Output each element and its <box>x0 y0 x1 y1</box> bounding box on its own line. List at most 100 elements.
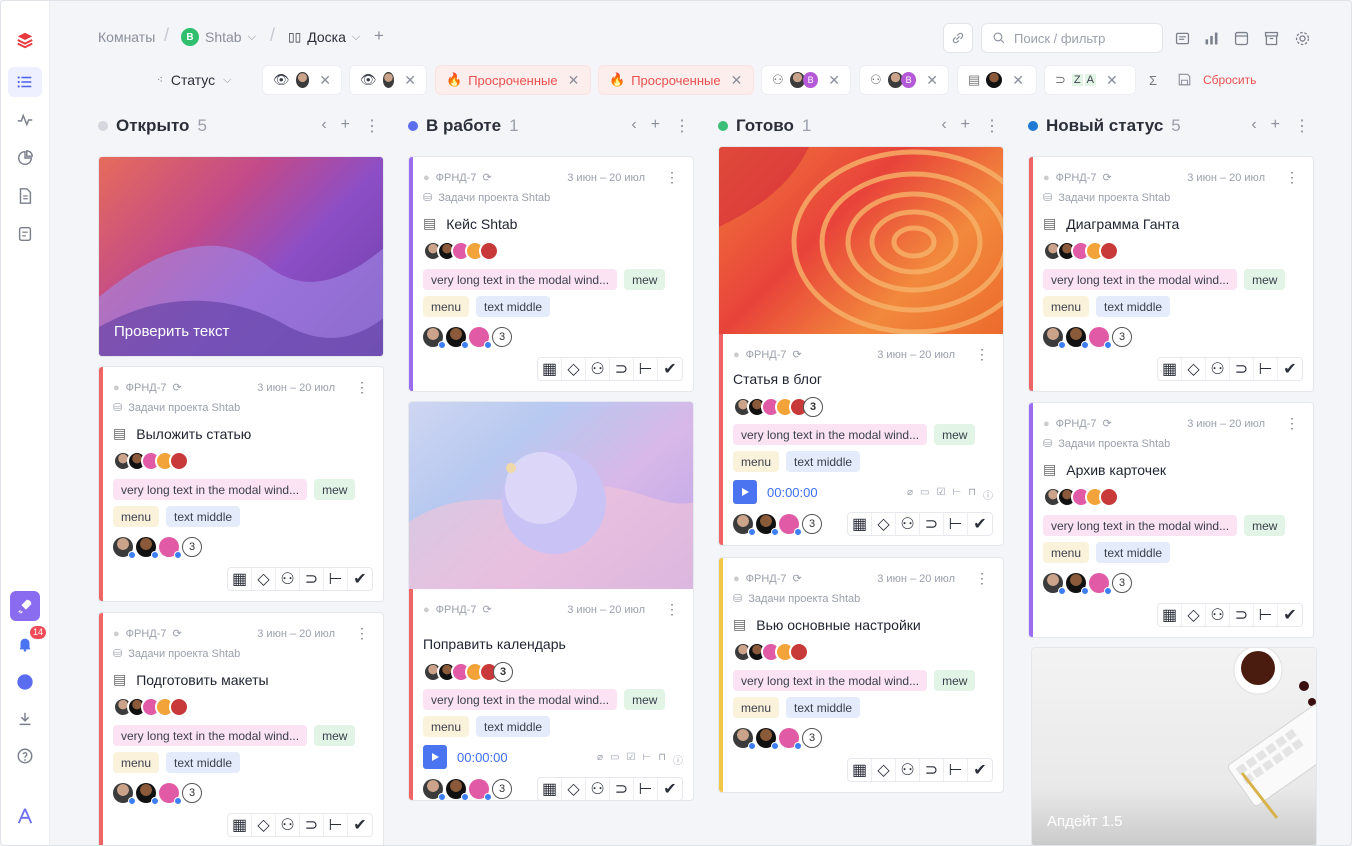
tag[interactable]: menu <box>733 697 780 718</box>
tag[interactable]: mew <box>314 725 356 746</box>
subtask-icon[interactable]: ⊢ <box>324 814 348 836</box>
tag[interactable]: text middle <box>166 506 241 527</box>
tag[interactable]: very long text in the modal wind... <box>733 424 928 445</box>
reset-filters-button[interactable]: Сбросить <box>1203 73 1256 87</box>
tag[interactable]: menu <box>423 296 470 317</box>
add-card-icon[interactable]: + <box>1271 116 1280 136</box>
priority-icon[interactable]: ◇ <box>872 513 896 535</box>
tag[interactable]: very long text in the modal wind... <box>1043 269 1238 290</box>
add-card-icon[interactable]: + <box>961 116 970 136</box>
more-icon[interactable]: ⋮ <box>665 169 679 186</box>
add-card-icon[interactable]: + <box>651 116 660 136</box>
check-icon[interactable]: ✔ <box>348 814 372 836</box>
filter-chip-sort[interactable]: ⊃ Z A ✕ <box>1044 65 1136 95</box>
tag[interactable]: text middle <box>786 451 861 472</box>
tag[interactable]: menu <box>113 752 160 773</box>
calendar-icon[interactable]: ▦ <box>1158 604 1182 626</box>
activity-icon[interactable] <box>8 105 42 135</box>
check-icon[interactable]: ✔ <box>1278 604 1302 626</box>
priority-icon[interactable]: ◇ <box>252 814 276 836</box>
task-card[interactable]: ● ФРНД-7 ⟳ 3 июн – 20 июл ⋮ Статья в блог 3 … <box>718 146 1004 546</box>
copy-link-button[interactable] <box>943 23 973 53</box>
breadcrumb-rooms[interactable]: Комнаты <box>98 29 155 45</box>
tag-icon[interactable]: ⊃ <box>610 778 634 800</box>
save-filter-icon[interactable] <box>1177 72 1192 92</box>
add-view-button[interactable]: + <box>374 26 384 46</box>
subtask-icon[interactable]: ⊢ <box>634 358 658 380</box>
status-filter-dropdown[interactable]: ⁖ Статус ⌵ <box>147 65 231 95</box>
close-icon[interactable]: ✕ <box>404 72 416 89</box>
more-icon[interactable]: ⋮ <box>1294 116 1310 136</box>
priority-icon[interactable]: ◇ <box>1182 358 1206 380</box>
person-icon[interactable]: ⚇ <box>586 358 610 380</box>
calendar-icon[interactable]: ▦ <box>1158 358 1182 380</box>
person-icon[interactable]: ⚇ <box>276 814 300 836</box>
task-card[interactable]: ● ФРНД-7 ⟳ 3 июн – 20 июл ⋮ ⛁ Задачи проекта … <box>1028 402 1314 638</box>
priority-icon[interactable]: ◇ <box>1182 604 1206 626</box>
filter-chip-watcher[interactable]: 👁 ✕ <box>262 65 342 95</box>
add-card-icon[interactable]: + <box>341 116 350 136</box>
person-icon[interactable]: ⚇ <box>896 759 920 781</box>
download-icon[interactable] <box>8 704 42 734</box>
close-icon[interactable]: ✕ <box>1012 72 1024 89</box>
pie-chart-icon[interactable] <box>8 143 42 173</box>
user-avatar-icon[interactable] <box>8 667 42 697</box>
tag[interactable]: menu <box>113 506 160 527</box>
tag-icon[interactable]: ⊃ <box>610 358 634 380</box>
more-icon[interactable]: ⋮ <box>665 601 679 618</box>
more-icon[interactable]: ⋮ <box>975 346 989 363</box>
search-input[interactable]: Поиск / фильтр <box>981 23 1163 53</box>
tag[interactable]: menu <box>1043 296 1090 317</box>
subtask-icon[interactable]: ⊢ <box>324 568 348 590</box>
check-icon[interactable]: ✔ <box>968 513 992 535</box>
check-icon[interactable]: ✔ <box>1278 358 1302 380</box>
task-card[interactable]: ● ФРНД-7 ⟳ 3 июн – 20 июл ⋮ ⛁ Задачи проекта … <box>98 366 384 602</box>
close-icon[interactable]: ✕ <box>319 72 331 89</box>
close-icon[interactable]: ✕ <box>731 72 743 89</box>
person-icon[interactable]: ⚇ <box>896 513 920 535</box>
filter-chip-watcher[interactable]: 👁 ✕ <box>349 65 427 95</box>
tag-icon[interactable]: ⊃ <box>1230 358 1254 380</box>
person-icon[interactable]: ⚇ <box>1206 604 1230 626</box>
app-logo-icon[interactable] <box>8 25 42 55</box>
close-icon[interactable]: ✕ <box>568 72 580 89</box>
list-icon[interactable] <box>8 67 42 97</box>
subtask-icon[interactable]: ⊢ <box>634 778 658 800</box>
notes-icon[interactable] <box>1171 27 1193 49</box>
tag[interactable]: mew <box>1244 269 1286 290</box>
more-icon[interactable]: ⋮ <box>355 625 369 642</box>
tag-icon[interactable]: ⊃ <box>300 814 324 836</box>
breadcrumb-space[interactable]: B Shtab ⌵ <box>181 28 256 46</box>
archive-icon[interactable] <box>1260 27 1282 49</box>
more-icon[interactable]: ⋮ <box>975 570 989 587</box>
settings-gear-icon[interactable] <box>1291 27 1313 49</box>
close-icon[interactable]: ✕ <box>828 72 840 89</box>
play-icon[interactable] <box>423 745 447 769</box>
subtask-icon[interactable]: ⊢ <box>1254 604 1278 626</box>
tag[interactable]: mew <box>624 689 666 710</box>
more-icon[interactable]: ⋮ <box>1285 169 1299 186</box>
calendar-icon[interactable]: ▦ <box>848 759 872 781</box>
more-icon[interactable]: ⋮ <box>364 116 380 136</box>
filter-chip-sum[interactable]: Σ <box>1143 65 1167 95</box>
tag[interactable]: very long text in the modal wind... <box>113 725 308 746</box>
tag-icon[interactable]: ⊃ <box>920 513 944 535</box>
calendar-icon[interactable]: ▦ <box>228 568 252 590</box>
help-icon[interactable] <box>8 741 42 771</box>
tag[interactable]: very long text in the modal wind... <box>1043 515 1238 536</box>
person-icon[interactable]: ⚇ <box>276 568 300 590</box>
task-card[interactable]: ● ФРНД-7 ⟳ 3 июн – 20 июл ⋮ ⛁ Задачи проекта … <box>98 612 384 845</box>
tag[interactable]: very long text in the modal wind... <box>733 670 928 691</box>
breadcrumb-board[interactable]: ▯▯ Доска ⌵ <box>288 29 360 45</box>
tag[interactable]: menu <box>423 716 470 737</box>
tag[interactable]: mew <box>624 269 666 290</box>
tag[interactable]: menu <box>733 451 780 472</box>
priority-icon[interactable]: ◇ <box>562 358 586 380</box>
task-card[interactable]: ● ФРНД-7 ⟳ 3 июн – 20 июл ⋮ ⛁ Задачи проекта … <box>718 557 1004 793</box>
tag[interactable]: very long text in the modal wind... <box>423 689 618 710</box>
chevron-left-icon[interactable]: ‹ <box>321 116 326 136</box>
check-icon[interactable]: ✔ <box>658 358 682 380</box>
tag[interactable]: text middle <box>786 697 861 718</box>
document-icon[interactable] <box>8 181 42 211</box>
tag[interactable]: menu <box>1043 542 1090 563</box>
